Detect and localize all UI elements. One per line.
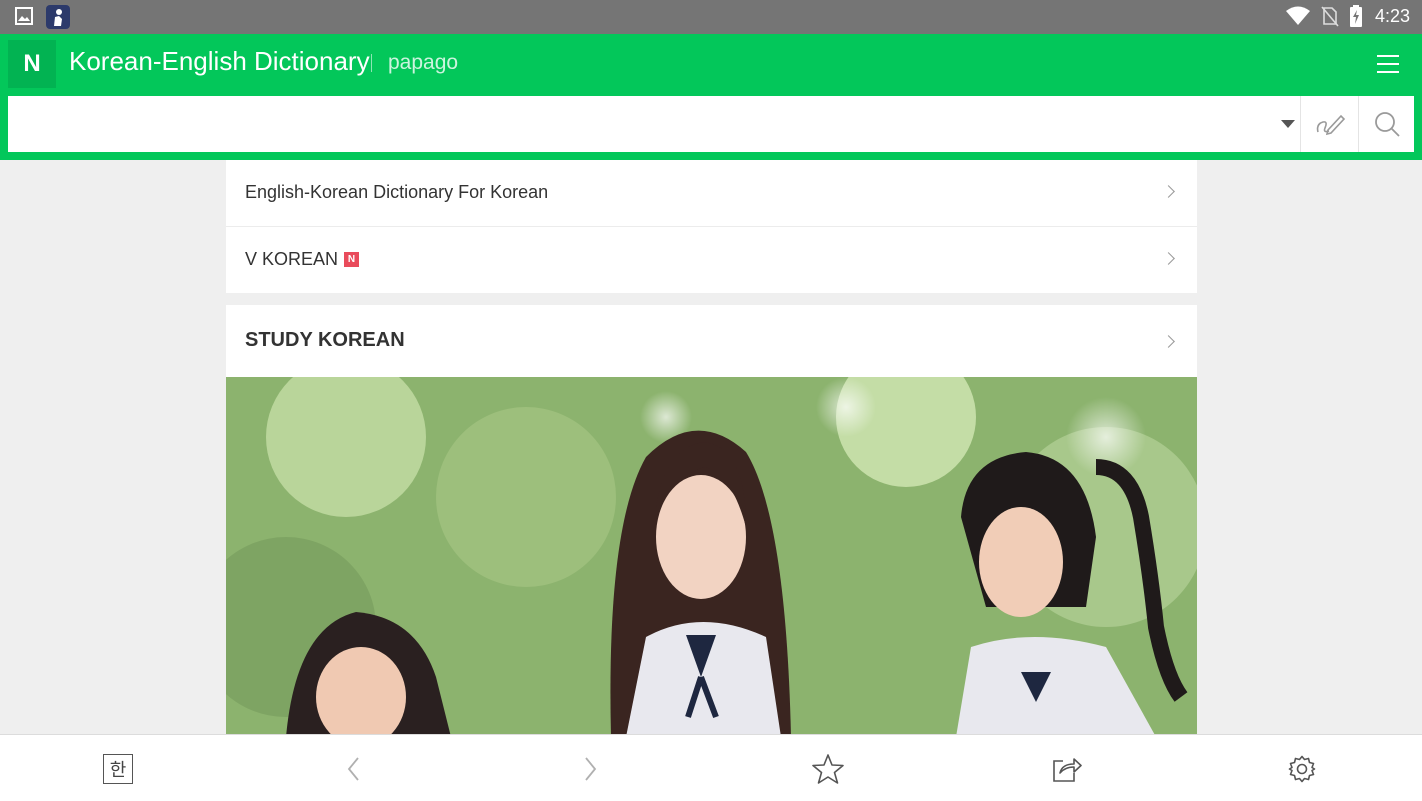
list-item-label: English-Korean Dictionary For Korean — [245, 182, 549, 202]
handwriting-pen-icon — [1316, 114, 1346, 136]
korean-keyboard-button[interactable]: 한 — [101, 752, 135, 786]
chevron-right-icon — [1162, 185, 1175, 198]
search-input[interactable] — [8, 96, 1278, 152]
study-korean-header[interactable]: STUDY KOREAN — [226, 305, 1197, 377]
star-icon — [812, 754, 844, 784]
hamburger-menu-icon — [1377, 55, 1399, 73]
image-icon — [15, 7, 33, 25]
status-bar: 4:23 — [0, 0, 1422, 34]
wifi-icon — [1285, 6, 1310, 25]
no-sim-icon — [1321, 6, 1339, 27]
thumbnail-scene — [226, 377, 1197, 735]
search-button[interactable] — [1358, 96, 1415, 152]
app-header: N Korean-English Dictionary papago — [0, 34, 1422, 160]
bookmark-button[interactable] — [811, 752, 845, 786]
bottom-toolbar: 한 — [0, 734, 1422, 801]
chevron-right-icon — [1162, 335, 1175, 348]
back-icon — [347, 757, 359, 781]
battery-charging-icon — [1349, 5, 1362, 27]
new-badge: N — [344, 251, 360, 267]
share-icon — [1053, 758, 1082, 782]
search-dropdown-arrow-icon[interactable] — [1281, 120, 1295, 128]
handwriting-button[interactable] — [1300, 96, 1359, 152]
section-gap — [226, 293, 1197, 305]
status-time: 4:23 — [1374, 5, 1410, 26]
naver-logo[interactable]: N — [8, 40, 56, 88]
papago-link[interactable]: papago — [388, 51, 458, 75]
list-item-label-text: V KOREAN — [245, 249, 339, 269]
search-bar — [8, 96, 1414, 152]
hangul-keyboard-icon: 한 — [103, 754, 133, 784]
app-title: Korean-English Dictionary — [69, 46, 370, 76]
forward-icon — [585, 757, 597, 781]
chevron-right-icon — [1162, 252, 1175, 265]
back-button[interactable] — [337, 752, 371, 786]
settings-icon — [1288, 755, 1316, 783]
forward-button[interactable] — [573, 752, 607, 786]
status-right-icons: 4:23 — [1285, 5, 1410, 27]
share-button[interactable] — [1049, 752, 1083, 786]
dictionary-menu-list: English-Korean Dictionary For Korean V K… — [226, 160, 1197, 293]
title-divider — [371, 54, 372, 72]
app-notification-icon — [46, 5, 70, 29]
hamburger-menu-button[interactable] — [1374, 50, 1402, 78]
study-korean-card: STUDY KOREAN — [226, 305, 1197, 735]
study-korean-video-thumbnail[interactable] — [226, 377, 1197, 735]
list-item-label: V KOREAN N — [245, 249, 360, 270]
main-content: English-Korean Dictionary For Korean V K… — [226, 160, 1197, 735]
list-item-v-korean[interactable]: V KOREAN N — [226, 227, 1197, 293]
status-left-icons — [14, 5, 70, 29]
settings-button[interactable] — [1285, 752, 1319, 786]
study-korean-title: STUDY KOREAN — [245, 329, 405, 351]
list-item-english-korean-dictionary[interactable]: English-Korean Dictionary For Korean — [226, 160, 1197, 227]
search-icon — [1375, 112, 1400, 137]
